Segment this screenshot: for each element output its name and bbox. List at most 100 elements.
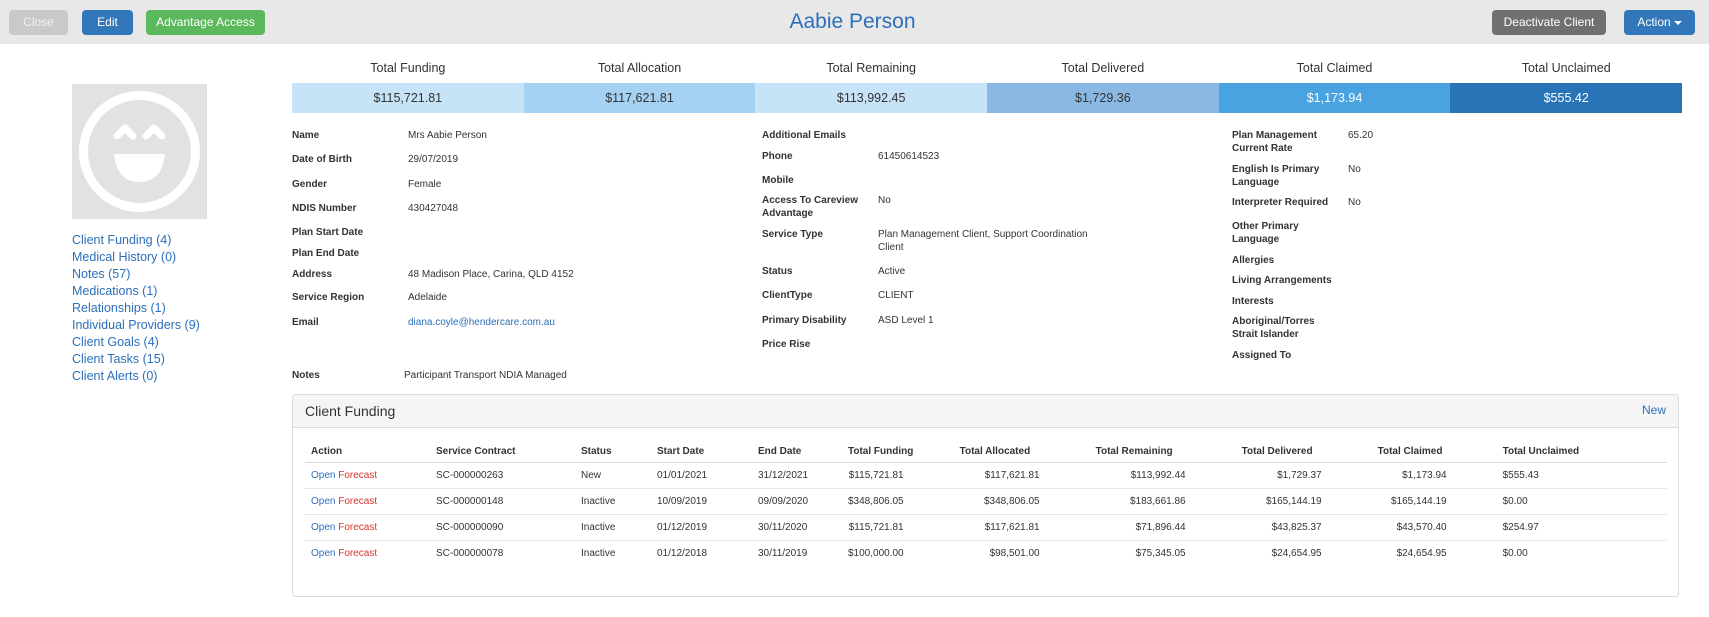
close-button[interactable]: Close [9, 10, 68, 35]
nav-individual-providers[interactable]: Individual Providers (9) [72, 317, 200, 334]
advantage-access-button[interactable]: Advantage Access [146, 10, 265, 35]
end-date-cell: 31/12/2021 [752, 462, 842, 489]
open-forecast-link[interactable]: Open Forecast [311, 470, 377, 481]
total-unclaimed-cell: $0.00 [1496, 488, 1667, 515]
email-link[interactable]: diana.coyle@hendercare.com.au [408, 316, 555, 329]
total-value: $115,721.81 [292, 83, 524, 113]
col-service-contract[interactable]: Service Contract [430, 442, 575, 463]
total-claimed-cell: $43,570.40 [1371, 514, 1497, 541]
caret-down-icon [1673, 20, 1682, 25]
dob-value: 29/07/2019 [408, 154, 459, 165]
nav-client-funding[interactable]: Client Funding (4) [72, 232, 200, 249]
forecast-link-text: Forecast [338, 469, 378, 481]
total-allocated-cell: $98,501.00 [989, 547, 1040, 559]
total-value: $1,729.36 [987, 83, 1219, 113]
avatar [72, 84, 207, 219]
col-total-claimed[interactable]: Total Claimed [1371, 442, 1497, 463]
table-row: Open Forecast SC-000000090 Inactive 01/12/2… [305, 514, 1667, 541]
address-label: Address [292, 269, 333, 280]
interpreter-required-value: No [1348, 197, 1361, 208]
forecast-link-text: Forecast [338, 547, 378, 559]
email-label: Email [292, 317, 319, 328]
price-rise-label: Price Rise [762, 339, 811, 350]
total-remaining-cell: $71,896.44 [1089, 514, 1236, 541]
col-total-allocated[interactable]: Total Allocated [953, 442, 1090, 463]
col-status[interactable]: Status [575, 442, 651, 463]
total-delivered-cell: $1,729.37 [1235, 462, 1372, 489]
col-start-date[interactable]: Start Date [651, 442, 752, 463]
gender-value: Female [408, 179, 442, 190]
interpreter-required-label: Interpreter Required [1232, 197, 1329, 208]
total-claimed-cell: $165,144.19 [1371, 488, 1497, 515]
nav-client-tasks[interactable]: Client Tasks (15) [72, 351, 200, 368]
col-total-delivered[interactable]: Total Delivered [1235, 442, 1372, 463]
total-delivered-cell: $165,144.19 [1235, 488, 1372, 515]
name-value: Mrs Aabie Person [408, 130, 487, 141]
open-forecast-link[interactable]: Open Forecast [311, 522, 377, 533]
total-label: Total Allocation [597, 61, 682, 75]
ndis-number-value: 430427048 [408, 203, 459, 214]
start-date-cell: 01/12/2019 [651, 514, 752, 541]
aboriginal-label-line2: Strait Islander [1232, 329, 1299, 340]
nav-medications[interactable]: Medications (1) [72, 283, 200, 300]
open-forecast-link[interactable]: Open Forecast [311, 496, 377, 507]
action-cell: Open Forecast [305, 462, 430, 489]
english-primary-label-line2: Language [1232, 177, 1280, 188]
col-action[interactable]: Action [305, 442, 430, 463]
phone-value: 61450614523 [878, 151, 940, 162]
col-total-funding[interactable]: Total Funding [842, 442, 954, 463]
forecast-link-text: Forecast [338, 521, 378, 533]
new-funding-link[interactable]: New [1642, 403, 1666, 417]
status-cell: Inactive [575, 514, 651, 541]
total-unclaimed-cell: $555.43 [1496, 462, 1667, 489]
page-title: Aabie Person [789, 10, 916, 33]
nav-client-alerts[interactable]: Client Alerts (0) [72, 368, 200, 385]
nav-notes[interactable]: Notes (57) [72, 266, 200, 283]
action-cell: Open Forecast [305, 540, 430, 566]
edit-button[interactable]: Edit [82, 10, 133, 35]
total-claimed-cell: $1,173.94 [1371, 462, 1497, 489]
allergies-label: Allergies [1232, 255, 1275, 266]
total-label: Total Claimed [1296, 61, 1373, 75]
assigned-to-label: Assigned To [1232, 350, 1292, 361]
client-funding-table: Action Service Contract Status Start Dat… [305, 442, 1667, 566]
service-type-value-line1: Plan Management Client, Support Coordina… [878, 229, 1088, 240]
address-value: 48 Madison Place, Carina, QLD 4152 [408, 269, 574, 280]
total-delivered-cell: $43,825.37 [1235, 514, 1372, 541]
other-language-label-line1: Other Primary [1232, 221, 1299, 232]
service-region-label: Service Region [292, 292, 365, 303]
col-total-remaining[interactable]: Total Remaining [1089, 442, 1236, 463]
start-date-cell: 01/12/2018 [657, 547, 708, 559]
col-end-date[interactable]: End Date [752, 442, 842, 463]
open-link-text: Open [311, 495, 336, 507]
total-funding-cell: $348,806.05 [842, 488, 954, 515]
action-cell: Open Forecast [305, 488, 430, 515]
deactivate-client-button[interactable]: Deactivate Client [1492, 10, 1606, 35]
funding-totals: Total Funding Total Allocation Total Remai… [292, 59, 1683, 113]
total-value: $117,621.81 [523, 83, 756, 113]
open-forecast-link[interactable]: Open Forecast [311, 548, 377, 559]
mobile-label: Mobile [762, 175, 794, 186]
other-language-label-line2: Language [1232, 234, 1280, 245]
gender-label: Gender [292, 179, 328, 190]
start-date-cell: 10/09/2019 [651, 488, 752, 515]
service-contract-cell: SC-000000263 [430, 462, 575, 489]
total-value: $1,173.94 [1218, 83, 1451, 113]
end-date-cell: 09/09/2020 [752, 488, 842, 515]
action-dropdown-button[interactable]: Action [1624, 10, 1695, 35]
total-delivered-cell: $24,654.95 [1271, 547, 1322, 559]
nav-client-goals[interactable]: Client Goals (4) [72, 334, 200, 351]
client-funding-header: Client Funding New [293, 395, 1678, 428]
open-link-text: Open [311, 547, 336, 559]
notes-value: Participant Transport NDIA Managed [404, 370, 567, 381]
plan-end-label: Plan End Date [292, 248, 360, 259]
col-total-unclaimed[interactable]: Total Unclaimed [1496, 442, 1667, 463]
service-contract-cell: SC-000000090 [430, 514, 575, 541]
service-contract-cell: SC-000000148 [430, 488, 575, 515]
action-label: Action [1637, 15, 1671, 29]
total-allocated-cell: $117,621.81 [953, 462, 1090, 489]
total-allocated-cell: $348,806.05 [953, 488, 1090, 515]
nav-relationships[interactable]: Relationships (1) [72, 300, 200, 317]
status-cell: Inactive [575, 488, 651, 515]
nav-medical-history[interactable]: Medical History (0) [72, 249, 200, 266]
